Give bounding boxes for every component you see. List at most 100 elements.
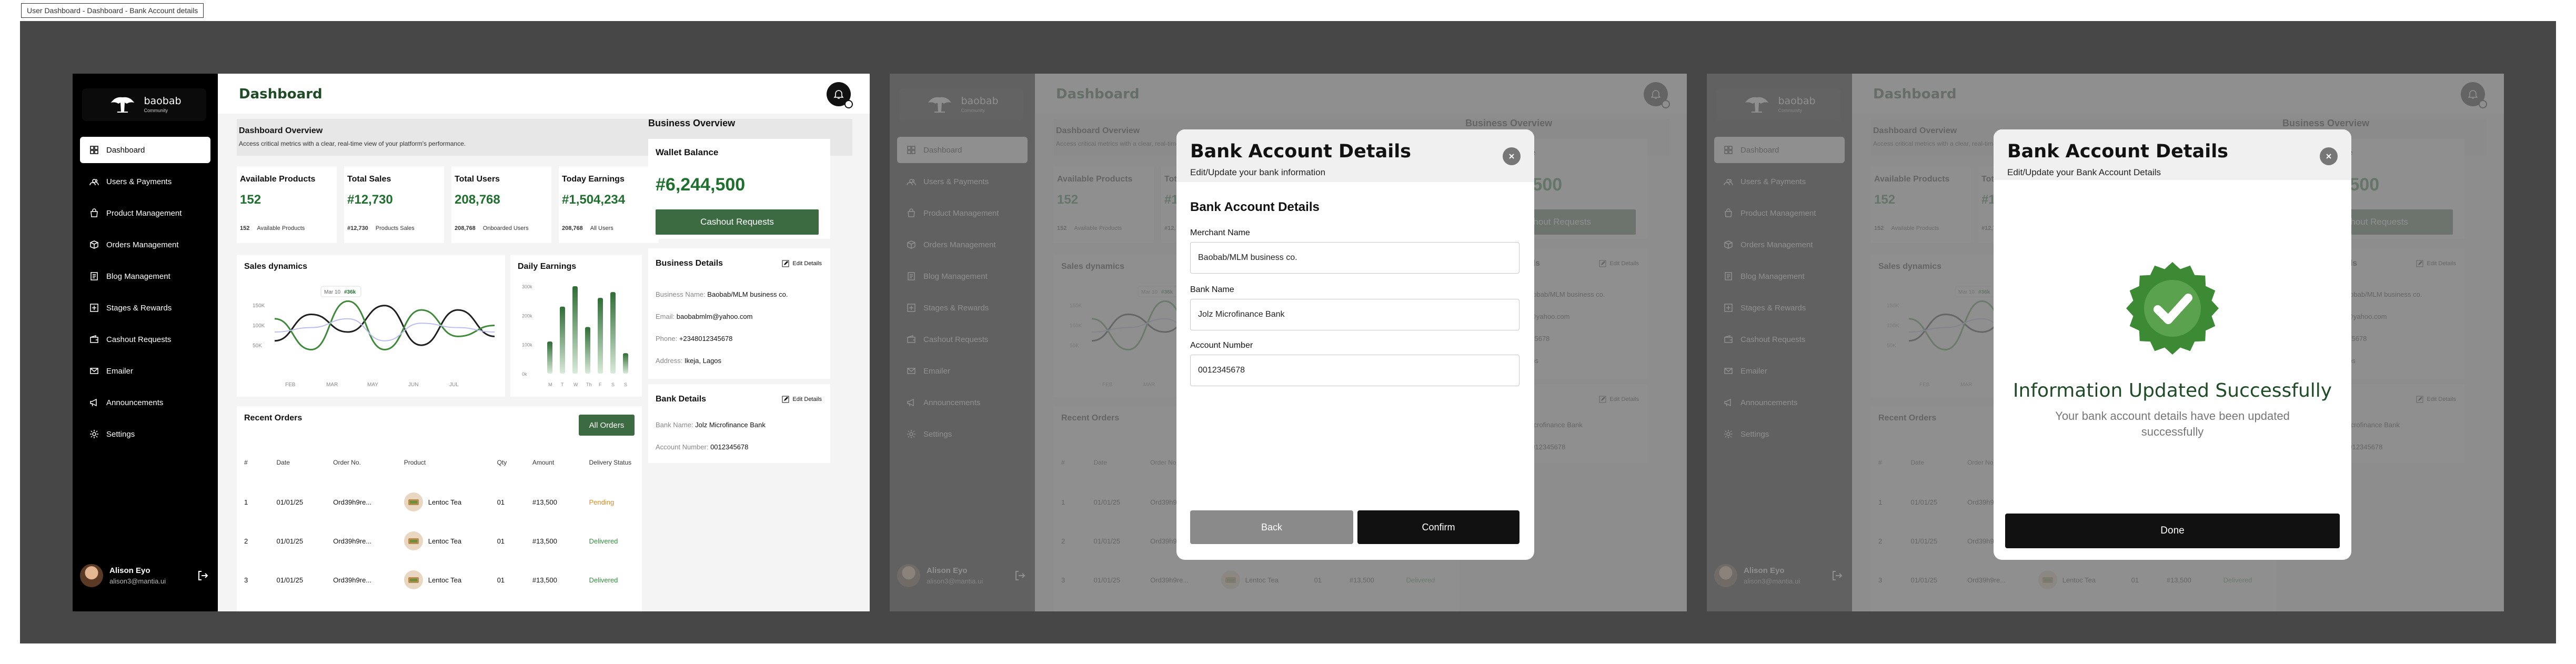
row-quantity: 01 <box>497 498 505 506</box>
table-row[interactable]: 1 01/01/25 Ord39h9re... Lentoc Tea 01 #13,500… <box>244 486 635 518</box>
confirm-button[interactable]: Confirm <box>1357 510 1520 544</box>
stat-value: #1,504,234 <box>562 193 626 207</box>
row-amount: #13,500 <box>532 576 557 584</box>
row-amount: #13,500 <box>532 537 557 545</box>
sidebar-item-orders-management[interactable]: Orders Management <box>80 232 210 258</box>
modal-header: Bank Account Details Edit/Update your ba… <box>1176 129 1534 182</box>
sidebar-item-users-payments[interactable]: Users & Payments <box>80 168 210 195</box>
account-number-label: Account Number <box>1190 341 1253 350</box>
main-content: Dashboard Dashboard Overview Access crit… <box>218 74 870 611</box>
business-address-line: Address: Ikeja, Lagos <box>656 357 721 365</box>
sidebar-item-stages-rewards[interactable]: Stages & Rewards <box>80 295 210 321</box>
stat-sub-label: Onboarded Users <box>482 225 529 232</box>
stat-sub-value: 208,768 <box>562 225 583 232</box>
mail-icon <box>89 366 99 376</box>
wallet-icon <box>90 335 98 343</box>
grid-icon <box>90 146 98 154</box>
award-icon <box>89 303 99 313</box>
merchant-name-field[interactable] <box>1190 242 1520 274</box>
success-modal: Bank Account Details Edit/Update your Ba… <box>1994 129 2351 560</box>
x-tick-label: FEB <box>285 382 296 388</box>
edit-label: Edit Details <box>792 260 822 267</box>
sidebar-item-label: Stages & Rewards <box>106 303 172 313</box>
sidebar-item-label: Announcements <box>106 398 164 407</box>
edit-business-details-link[interactable]: Edit Details <box>782 260 822 267</box>
earnings-bar <box>623 353 628 374</box>
sidebar-item-product-management[interactable]: Product Management <box>80 200 210 226</box>
close-button[interactable] <box>1503 147 1521 165</box>
edit-icon <box>782 260 789 267</box>
sales-series-line <box>274 305 495 346</box>
sidebar-item-blog-management[interactable]: Blog Management <box>80 263 210 289</box>
sidebar-item-announcements[interactable]: Announcements <box>80 389 210 416</box>
row-number: 3 <box>244 576 248 584</box>
recent-orders-title: Recent Orders <box>244 414 303 422</box>
page-label: User Dashboard - Dashboard - Bank Accoun… <box>21 3 204 18</box>
sidebar-item-dashboard[interactable]: Dashboard <box>80 137 210 163</box>
gear-icon <box>90 430 98 438</box>
top-bar: Dashboard <box>218 74 870 114</box>
sidebar-item-label: Orders Management <box>106 240 179 249</box>
business-phone-label: Phone: <box>656 335 678 343</box>
earnings-bar <box>572 286 578 374</box>
stat-value: 208,768 <box>455 193 500 207</box>
brand-logo[interactable]: baobabCommunity <box>82 88 206 121</box>
stat-sub-value: 152 <box>240 225 250 232</box>
all-orders-button[interactable]: All Orders <box>579 415 635 436</box>
bank-name: Jolz Microfinance Bank <box>695 421 766 429</box>
x-tick-label: JUN <box>408 382 418 388</box>
logout-icon[interactable] <box>197 570 208 581</box>
table-row[interactable]: 3 01/01/25 Ord39h9re... Lentoc Tea 01 #13,500… <box>244 564 635 596</box>
stat-card: Available Products 152 152 Available Produc… <box>237 166 337 243</box>
check-badge-icon <box>2126 262 2219 355</box>
sidebar-item-emailer[interactable]: Emailer <box>80 358 210 384</box>
sidebar-item-label: Settings <box>106 429 135 439</box>
edit-label: Edit Details <box>792 396 822 403</box>
y-tick-label: 50K <box>253 343 262 349</box>
avatar[interactable] <box>80 564 103 587</box>
stat-card: Today Earnings #1,504,234 208,768 All Users <box>559 166 659 243</box>
stat-label: Total Users <box>455 175 500 184</box>
modal-title: Bank Account Details <box>1190 141 1412 162</box>
notification-button[interactable] <box>827 82 853 108</box>
design-canvas: baobab Community Dashboard Users & Payment… <box>20 21 2556 643</box>
back-button[interactable]: Back <box>1190 510 1353 544</box>
sidebar-item-settings[interactable]: Settings <box>80 421 210 447</box>
table-row[interactable]: 2 01/01/25 Ord39h9re... Lentoc Tea 01 #13,500… <box>244 525 635 557</box>
cashout-requests-button[interactable]: Cashout Requests <box>656 209 819 235</box>
stat-card: Total Sales #12,730 #12,730 Products Sales <box>344 166 444 243</box>
stat-card: Total Users 208,768 208,768 Onboarded Users <box>451 166 551 243</box>
product-thumbnail <box>404 531 423 550</box>
bank-name-label: Bank Name <box>1190 285 1234 294</box>
account-number-field[interactable] <box>1190 355 1520 386</box>
business-email-label: Email: <box>656 313 675 320</box>
business-details-card: Business Details Edit Details Business N… <box>648 248 830 379</box>
close-icon <box>2326 154 2331 159</box>
x-tick-label: MAR <box>326 382 338 388</box>
earnings-bar <box>585 327 590 374</box>
user-email: alison3@mantia.ui <box>109 577 166 585</box>
success-badge <box>2125 261 2220 356</box>
row-quantity: 01 <box>497 537 505 545</box>
chart-tooltip: Mar 10#36k <box>320 286 361 297</box>
bank-name-field[interactable] <box>1190 299 1520 330</box>
daily-earnings-chart: 300k 200k 100k 0k M T W Th F S S <box>522 284 628 387</box>
wallet-icon <box>89 335 99 344</box>
sales-series-line <box>274 300 495 351</box>
column-header: Order No. <box>333 459 361 466</box>
bag-icon <box>90 208 98 217</box>
seal-inner <box>2144 280 2201 337</box>
done-button[interactable]: Done <box>2005 514 2340 548</box>
bank-success-frame: baobabCommunity DashboardUsers & Payment… <box>1707 74 2504 611</box>
blog-icon <box>89 271 99 281</box>
blog-icon <box>90 272 98 280</box>
close-button[interactable] <box>2320 147 2338 165</box>
bag-icon <box>89 208 99 218</box>
product-name: Lentoc Tea <box>428 537 462 545</box>
sidebar-item-cashout-requests[interactable]: Cashout Requests <box>80 326 210 353</box>
user-profile[interactable]: Alison Eyo alison3@mantia.ui <box>80 561 212 590</box>
sales-series-line <box>274 318 495 341</box>
stat-sub-label: Available Products <box>257 225 305 232</box>
bank-details-title: Bank Details <box>656 395 707 404</box>
edit-bank-details-link[interactable]: Edit Details <box>782 396 822 403</box>
